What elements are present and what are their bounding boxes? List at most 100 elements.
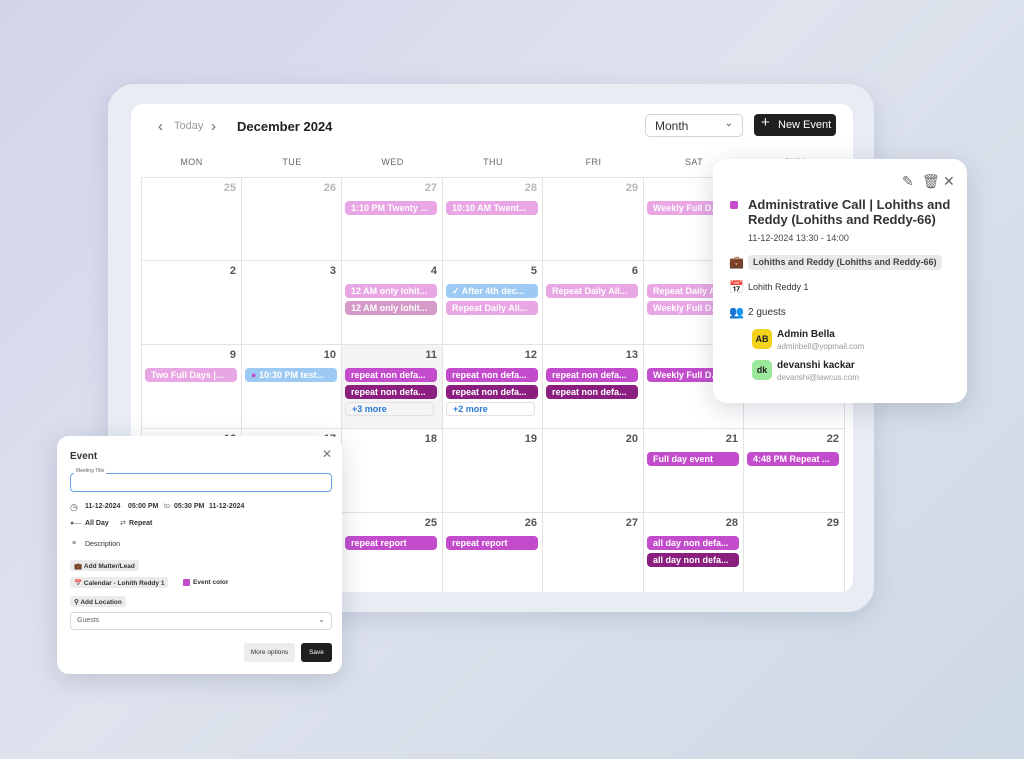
calendar-event[interactable]: repeat report <box>446 536 538 550</box>
end-time[interactable]: 05:30 PM <box>174 503 204 510</box>
description-field[interactable]: Description <box>85 541 120 548</box>
day-number: 25 <box>424 517 437 529</box>
day-cell[interactable]: 13 repeat non defa... repeat non defa... <box>543 345 644 429</box>
guest-name: devanshi kackar <box>777 360 855 371</box>
more-options-button[interactable]: More options <box>244 643 295 662</box>
add-matter-button[interactable]: 💼 Add Matter/Lead <box>70 560 139 571</box>
day-cell[interactable]: 29 <box>744 513 845 592</box>
delete-icon[interactable]: 🗑 <box>922 173 940 190</box>
day-cell[interactable]: 19 <box>443 429 543 513</box>
chevron-down-icon: ⌄ <box>318 615 325 624</box>
calendar-event[interactable]: ✓ After 4th dec... <box>446 284 538 298</box>
event-details-popover: ✎ 🗑 ✕ Administrative Call | Lohiths and … <box>713 159 967 403</box>
calendar-event[interactable]: repeat non defa... <box>345 385 437 399</box>
new-event-button[interactable]: + New Event <box>754 114 836 136</box>
calendar-event[interactable]: 4:48 PM Repeat ... <box>747 452 839 466</box>
close-icon[interactable]: ✕ <box>322 447 332 461</box>
calendar-event[interactable]: 12 AM only lohit... <box>345 284 437 298</box>
calendar-event[interactable]: ● 10:30 PM test... <box>245 368 337 382</box>
guests-select[interactable]: Guests ⌄ <box>70 612 332 630</box>
day-cell[interactable]: 21 Full day event <box>644 429 744 513</box>
day-cell[interactable]: 4 12 AM only lohit... 12 AM only lohit... <box>342 261 443 345</box>
day-cell[interactable]: 26 <box>242 177 342 261</box>
calendar-event[interactable]: repeat non defa... <box>446 385 538 399</box>
calendar-event[interactable]: all day non defa... <box>647 536 739 550</box>
day-number: 12 <box>524 349 537 361</box>
calendar-event[interactable]: repeat non defa... <box>546 385 638 399</box>
day-cell[interactable]: 10 ● 10:30 PM test... <box>242 345 342 429</box>
day-cell[interactable]: 27 1:10 PM Twenty ... <box>342 177 443 261</box>
calendar-icon: 📅 <box>74 580 83 587</box>
day-number: 18 <box>424 433 437 445</box>
more-events-link[interactable]: +3 more <box>345 402 434 416</box>
calendar-event[interactable]: repeat non defa... <box>345 368 437 382</box>
day-number: 4 <box>430 265 437 277</box>
day-cell[interactable]: 6 Repeat Daily All... <box>543 261 644 345</box>
event-color-swatch[interactable] <box>183 579 190 586</box>
repeat-label[interactable]: Repeat <box>129 520 152 527</box>
calendar-event-label: all day non defa... <box>653 555 729 565</box>
edit-icon[interactable]: ✎ <box>902 173 914 190</box>
chevron-left-icon[interactable]: ‹ <box>158 118 163 135</box>
start-date[interactable]: 11-12-2024 <box>85 503 120 510</box>
day-cell[interactable]: 18 <box>342 429 443 513</box>
day-cell[interactable]: 3 <box>242 261 342 345</box>
day-cell[interactable]: 28 all day non defa... all day non defa... <box>644 513 744 592</box>
day-cell[interactable]: 2 <box>141 261 242 345</box>
day-cell[interactable]: 11 repeat non defa... repeat non defa... +3… <box>342 345 443 429</box>
calendar-event[interactable]: Two Full Days |... <box>145 368 237 382</box>
start-time[interactable]: 05:00 PM <box>128 503 158 510</box>
view-select[interactable]: Month ⌄ <box>645 114 743 137</box>
calendar-event[interactable]: Full day event <box>647 452 739 466</box>
day-number: 9 <box>229 349 236 361</box>
chevron-right-icon[interactable]: › <box>211 118 216 135</box>
day-number: 21 <box>725 433 738 445</box>
day-number: 29 <box>625 182 638 194</box>
meeting-title-input[interactable] <box>70 473 332 492</box>
calendar-event[interactable]: all day non defa... <box>647 553 739 567</box>
calendar-event-label: repeat non defa... <box>351 387 426 397</box>
day-cell[interactable]: 5 ✓ After 4th dec... Repeat Daily All... <box>443 261 543 345</box>
calendar-event[interactable]: repeat report <box>345 536 437 550</box>
day-cell[interactable]: 22 4:48 PM Repeat ... <box>744 429 845 513</box>
calendar-event[interactable]: repeat non defa... <box>446 368 538 382</box>
day-cell[interactable]: 29 <box>543 177 644 261</box>
day-cell[interactable]: 25 <box>141 177 242 261</box>
day-cell[interactable]: 20 <box>543 429 644 513</box>
more-events-link[interactable]: +2 more <box>446 402 535 416</box>
calendar-event-label: all day non defa... <box>653 538 729 548</box>
all-day-toggle[interactable]: ●— <box>70 520 81 527</box>
calendar-select[interactable]: 📅 Calendar - Lohith Reddy 1 <box>70 577 169 588</box>
matter-chip[interactable]: Lohiths and Reddy (Lohiths and Reddy-66) <box>748 255 942 270</box>
day-number: 2 <box>229 265 236 277</box>
close-icon[interactable]: ✕ <box>943 173 955 190</box>
calendar-event[interactable]: 1:10 PM Twenty ... <box>345 201 437 215</box>
day-cell[interactable]: 28 10:10 AM Twent... <box>443 177 543 261</box>
calendar-event[interactable]: 10:10 AM Twent... <box>446 201 538 215</box>
plus-icon: + <box>761 114 770 131</box>
calendar-event-label: repeat report <box>351 538 407 548</box>
day-cell[interactable]: 27 <box>543 513 644 592</box>
save-button[interactable]: Save <box>301 643 332 662</box>
add-location-button[interactable]: ⚲ Add Location <box>70 596 126 607</box>
weekday-header: MON <box>180 157 203 167</box>
clock-icon: ◷ <box>70 502 78 512</box>
calendar-event-label: Weekly Full D... <box>653 203 719 213</box>
weekday-header: TUE <box>282 157 302 167</box>
avatar: AB <box>752 329 772 349</box>
day-cell[interactable]: 26 repeat report <box>443 513 543 592</box>
end-date[interactable]: 11-12-2024 <box>209 503 244 510</box>
day-cell[interactable]: 9 Two Full Days |... <box>141 345 242 429</box>
calendar-event[interactable]: repeat non defa... <box>546 368 638 382</box>
event-color-label[interactable]: Event color <box>193 579 228 586</box>
calendar-event-label: 10:10 AM Twent... <box>452 203 527 213</box>
day-number: 11 <box>425 349 437 361</box>
calendar-event[interactable]: Repeat Daily All... <box>446 301 538 315</box>
calendar-event[interactable]: Repeat Daily All... <box>546 284 638 298</box>
repeat-icon[interactable]: ⇄ <box>120 519 126 527</box>
calendar-event-label: Weekly Full D... <box>653 370 719 380</box>
today-button[interactable]: Today <box>174 120 203 132</box>
calendar-event[interactable]: 12 AM only lohit... <box>345 301 437 315</box>
day-cell[interactable]: 12 repeat non defa... repeat non defa... +2… <box>443 345 543 429</box>
day-cell[interactable]: 25 repeat report <box>342 513 443 592</box>
